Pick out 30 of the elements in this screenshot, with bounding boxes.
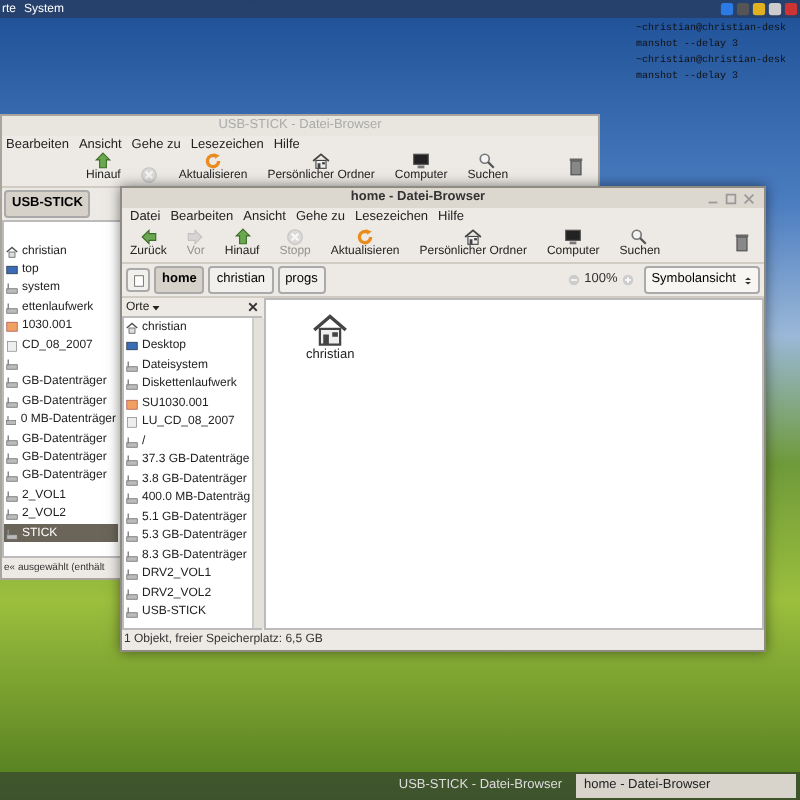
monitor-icon (412, 152, 431, 170)
zoom-out-icon (568, 274, 581, 286)
stop-icon (140, 166, 159, 184)
search-icon (630, 228, 649, 246)
close-icon[interactable] (248, 302, 258, 312)
maximize-icon[interactable] (724, 191, 738, 205)
trash-can-icon[interactable] (732, 232, 752, 252)
house-icon (312, 152, 331, 170)
house-icon (6, 245, 18, 258)
house-icon (126, 321, 138, 334)
caret-icon (151, 303, 160, 311)
media-drive-icon (6, 320, 18, 333)
arrow-up-icon (94, 152, 113, 170)
arrow-left-icon (139, 228, 158, 246)
page-icon (131, 273, 145, 287)
reload-icon (204, 152, 223, 170)
desktop-icon (6, 264, 18, 277)
house-icon (464, 228, 483, 246)
arrow-up-icon (233, 228, 252, 246)
media-drive-icon (126, 397, 138, 410)
search-icon (478, 152, 497, 170)
desktop-icon (126, 340, 138, 353)
monitor-icon (564, 228, 583, 246)
arrow-right-icon (186, 228, 205, 246)
zoom-in-icon (621, 274, 634, 286)
stop-icon (286, 228, 305, 246)
location-toggle-button[interactable] (126, 268, 150, 292)
house-icon (312, 312, 349, 348)
reload-icon (356, 228, 375, 246)
trash-can-icon[interactable] (566, 156, 586, 176)
